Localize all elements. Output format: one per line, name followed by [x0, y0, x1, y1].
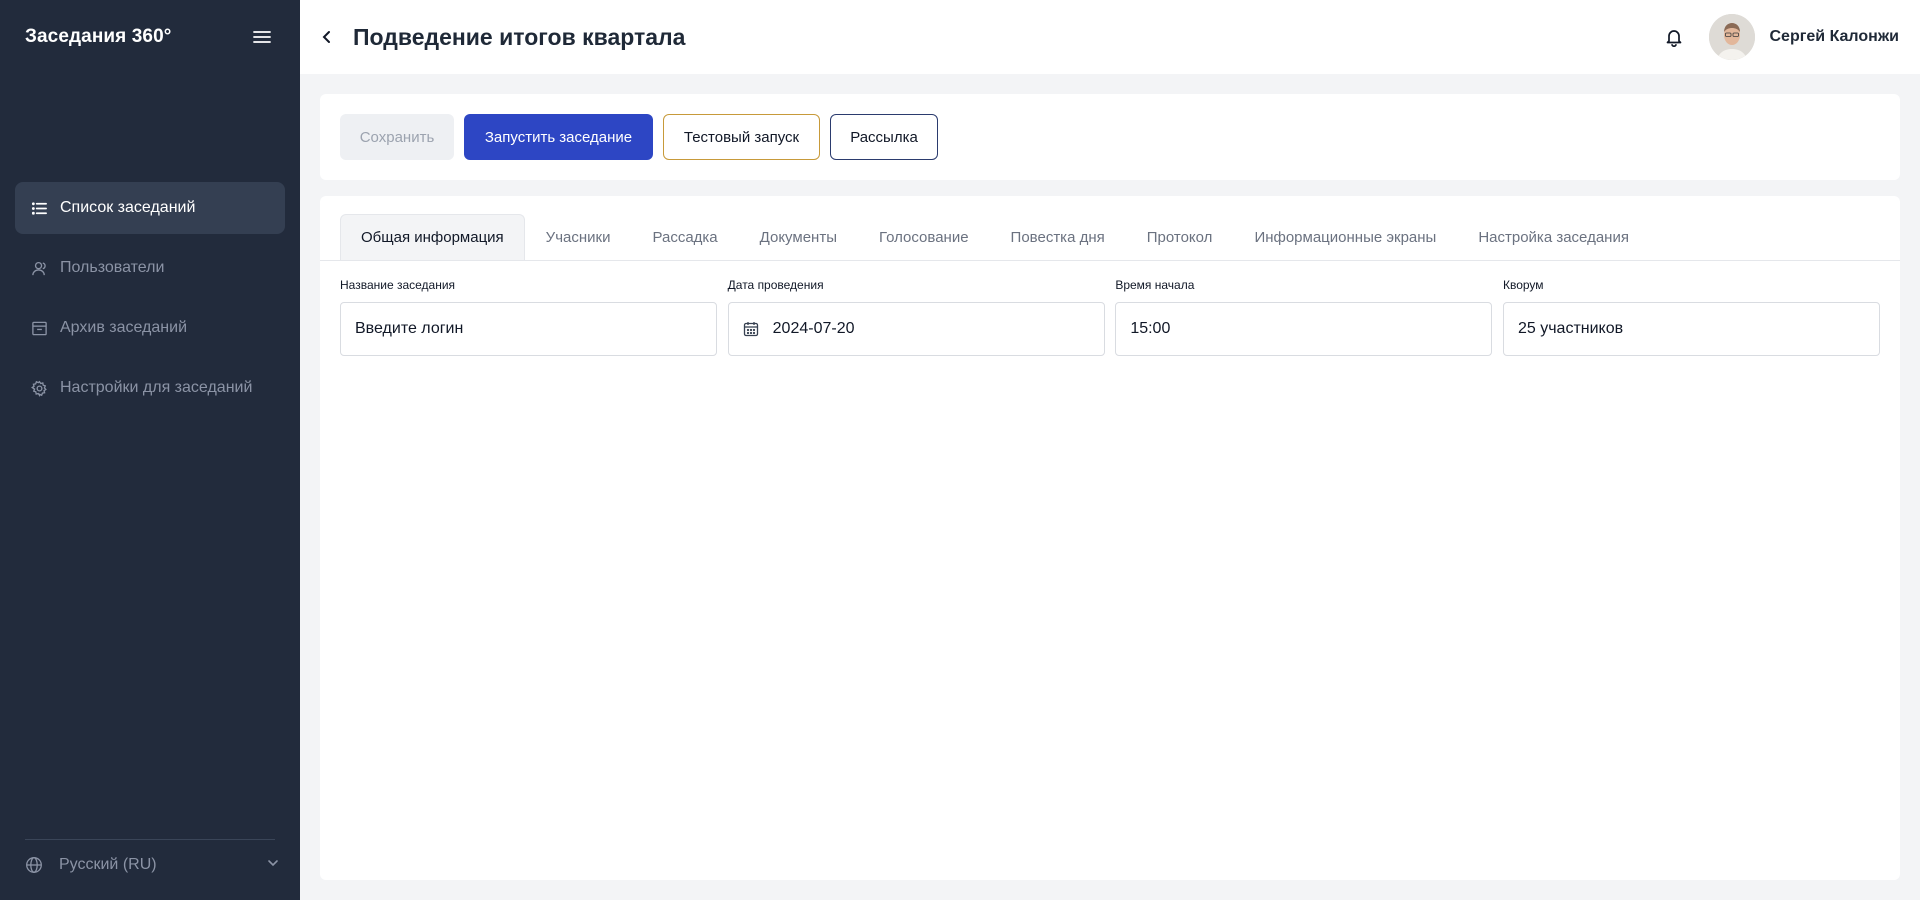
tab-divider [320, 260, 1900, 261]
start-time-input[interactable]: 15:00 [1115, 302, 1493, 356]
users-icon [30, 259, 48, 277]
meeting-name-label: Название заседания [340, 278, 456, 292]
tab-general-info[interactable]: Общая информация [340, 214, 525, 260]
meeting-date-value: 2024-07-20 [772, 320, 855, 337]
sidebar-nav: Список заседаний Пользователи Архив засе… [15, 182, 285, 422]
meeting-details-card: Общая информация Учасники Рассадка Докум… [320, 196, 1900, 880]
sidebar-item-users[interactable]: Пользователи [15, 242, 285, 294]
sidebar-item-meetings-list[interactable]: Список заседаний [15, 182, 285, 234]
sidebar-item-label: Пользователи [60, 259, 165, 276]
tab-protocol[interactable]: Протокол [1126, 214, 1234, 260]
bell-icon[interactable] [1661, 24, 1687, 50]
sidebar-header: Заседания 360° [0, 0, 300, 74]
sidebar-item-label: Настройки для заседаний [60, 379, 253, 396]
chevron-down-icon [266, 856, 280, 875]
start-time-label: Время начала [1115, 278, 1195, 292]
topbar: Подведение итогов квартала Сергей Калонж… [300, 0, 1920, 74]
language-select[interactable]: Русский (RU) [25, 848, 280, 882]
meeting-date-label: Дата проведения [727, 278, 824, 292]
sidebar-divider [25, 839, 275, 840]
quorum-input[interactable]: 25 участников [1502, 302, 1880, 356]
app-title: Заседания 360° [25, 26, 172, 47]
hamburger-menu-icon[interactable] [250, 25, 274, 49]
back-arrow-icon[interactable] [315, 25, 339, 49]
list-icon [30, 199, 48, 217]
action-panel: Сохранить Запустить заседание Тестовый з… [320, 94, 1900, 180]
meeting-name-field-group: Название заседания Введите логин [340, 278, 717, 356]
test-run-button[interactable]: Тестовый запуск [663, 114, 820, 160]
user-name[interactable]: Сергей Калонжи [1770, 28, 1900, 46]
mailing-button[interactable]: Рассылка [830, 114, 938, 160]
tab-documents[interactable]: Документы [739, 214, 858, 260]
tab-agenda[interactable]: Повестка дня [990, 214, 1126, 260]
quorum-label: Кворум [1502, 278, 1544, 292]
sidebar: Заседания 360° Список заседаний Пользова… [0, 0, 300, 900]
tab-meeting-settings[interactable]: Настройка заседания [1457, 214, 1650, 260]
meeting-name-value: Введите логин [355, 320, 464, 337]
start-time-field-group: Время начала 15:00 [1115, 278, 1493, 356]
sidebar-item-label: Список заседаний [60, 199, 196, 216]
globe-icon [26, 857, 42, 873]
quorum-field-group: Кворум 25 участников [1502, 278, 1880, 356]
sidebar-item-label: Архив заседаний [60, 319, 187, 336]
tab-bar: Общая информация Учасники Рассадка Докум… [340, 214, 1900, 260]
meeting-date-input[interactable]: 2024-07-20 [727, 302, 1105, 356]
tab-seating[interactable]: Рассадка [631, 214, 738, 260]
start-meeting-button[interactable]: Запустить заседание [464, 114, 653, 160]
calendar-icon [743, 320, 761, 338]
gear-icon [30, 379, 48, 397]
archive-icon [30, 319, 48, 337]
language-label: Русский (RU) [59, 856, 157, 873]
start-time-value: 15:00 [1130, 320, 1171, 337]
sidebar-item-settings[interactable]: Настройки для заседаний [15, 362, 285, 414]
quorum-value: 25 участников [1517, 320, 1624, 337]
general-info-form: Название заседания Введите логин Дата пр… [340, 278, 1880, 356]
meeting-date-field-group: Дата проведения 2024-07-20 [727, 278, 1105, 356]
tab-participants[interactable]: Учасники [525, 214, 632, 260]
sidebar-item-archive[interactable]: Архив заседаний [15, 302, 285, 354]
avatar[interactable] [1708, 14, 1755, 60]
meeting-name-input[interactable]: Введите логин [340, 302, 717, 356]
tab-info-screens[interactable]: Информационные экраны [1233, 214, 1457, 260]
tab-voting[interactable]: Голосование [858, 214, 990, 260]
page-title: Подведение итогов квартала [353, 23, 686, 50]
save-button[interactable]: Сохранить [340, 114, 454, 160]
